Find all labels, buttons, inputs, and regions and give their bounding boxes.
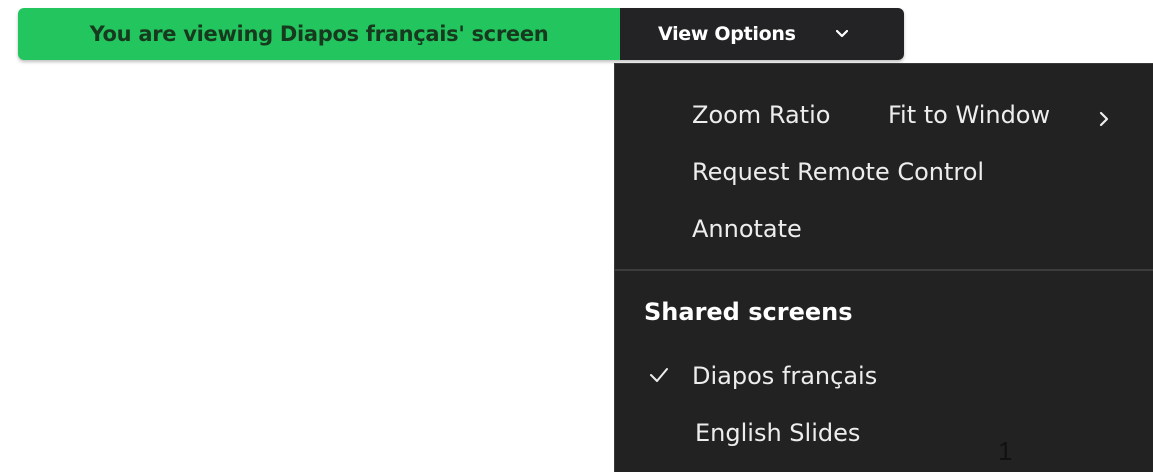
zoom-ratio-label: Zoom Ratio: [692, 101, 831, 129]
menu-item-annotate[interactable]: Annotate: [615, 202, 1153, 256]
viewing-status-label: You are viewing Diapos français' screen: [18, 8, 620, 60]
menu-item-request-remote-control[interactable]: Request Remote Control: [615, 145, 1153, 199]
shared-screen-label: English Slides: [695, 419, 861, 447]
view-options-button[interactable]: View Options: [620, 8, 904, 60]
annotate-label: Annotate: [692, 215, 802, 243]
page-number: 1: [998, 436, 1013, 466]
checkmark-icon: [648, 364, 670, 386]
menu-item-shared-screen-english-slides[interactable]: English Slides: [615, 406, 1153, 460]
screen-share-banner: You are viewing Diapos français' screen …: [18, 8, 904, 60]
menu-item-zoom-ratio[interactable]: Zoom Ratio Fit to Window: [615, 88, 1153, 142]
shared-screen-label: Diapos français: [692, 362, 878, 390]
screen: You are viewing Diapos français' screen …: [0, 0, 1153, 472]
menu-item-shared-screen-diapos-francais[interactable]: Diapos français: [615, 349, 1153, 403]
view-options-menu: Zoom Ratio Fit to Window Request Remote …: [614, 63, 1153, 472]
viewing-status-text: You are viewing Diapos français' screen: [89, 22, 549, 46]
chevron-down-icon: [833, 25, 851, 43]
menu-divider: [615, 269, 1153, 271]
chevron-right-icon: [1097, 106, 1111, 127]
view-options-label: View Options: [658, 23, 796, 45]
shared-screens-heading: Shared screens: [644, 298, 853, 326]
request-remote-control-label: Request Remote Control: [692, 158, 985, 186]
zoom-ratio-value: Fit to Window: [888, 101, 1051, 129]
